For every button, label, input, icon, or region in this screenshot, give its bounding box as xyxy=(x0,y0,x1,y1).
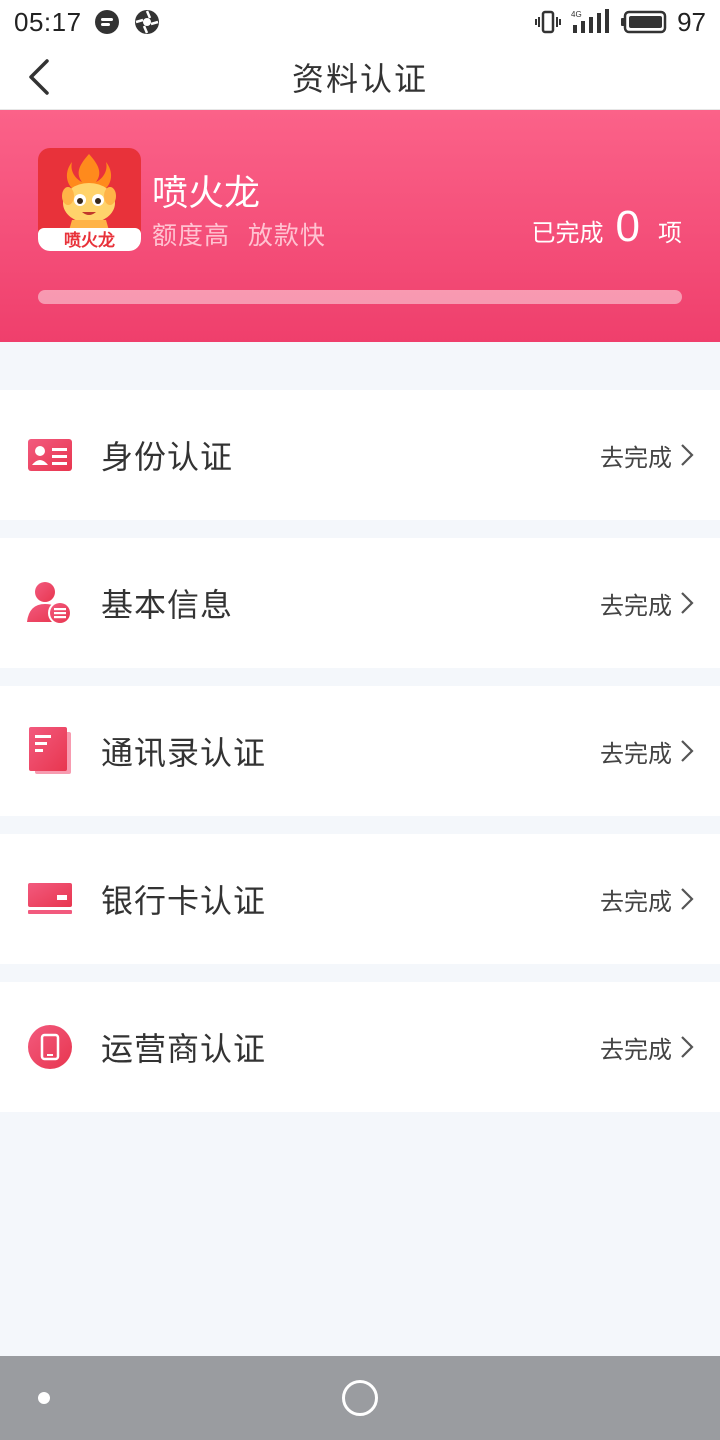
complete-link-text: 去完成 xyxy=(600,443,672,472)
app-logo: 喷火龙 xyxy=(38,148,141,251)
bank-card-icon xyxy=(26,875,74,923)
complete-link-text: 去完成 xyxy=(600,1035,672,1064)
header-banner: 喷火龙 喷火龙 额度高 放款快 已完成 0 项 xyxy=(0,110,720,342)
app-slogan: 额度高 放款快 xyxy=(152,221,326,250)
status-right: 4G 97 xyxy=(535,7,706,38)
chevron-right-icon xyxy=(681,592,694,614)
vibrate-icon xyxy=(535,10,562,34)
completion-summary: 已完成 0 项 xyxy=(532,202,682,252)
battery-icon xyxy=(621,10,667,34)
complete-link[interactable]: 去完成 xyxy=(600,586,694,621)
logo-text: 喷火龙 xyxy=(64,230,115,251)
battery-level: 97 xyxy=(677,6,706,37)
chevron-left-icon xyxy=(29,59,49,95)
progress-bar xyxy=(38,290,682,304)
list-item-id-verification[interactable]: 身份认证 去完成 xyxy=(0,390,720,520)
network-type: 4G xyxy=(571,10,582,19)
home-button[interactable] xyxy=(342,1380,378,1416)
dragon-logo-icon: 喷火龙 xyxy=(38,148,141,251)
completion-count: 0 xyxy=(615,202,640,251)
completion-suffix: 项 xyxy=(658,219,682,247)
list-item-contacts[interactable]: 通讯录认证 去完成 xyxy=(0,686,720,816)
list-item-label: 通讯录认证 xyxy=(101,734,267,772)
chevron-right-icon xyxy=(681,1036,694,1058)
status-notifications xyxy=(94,9,160,35)
chevron-right-icon xyxy=(681,444,694,466)
contacts-book-icon xyxy=(26,727,74,775)
completion-prefix: 已完成 xyxy=(531,219,604,247)
message-notification-icon xyxy=(94,10,119,34)
list-item-label: 运营商认证 xyxy=(101,1030,267,1068)
complete-link[interactable]: 去完成 xyxy=(600,1030,694,1065)
recent-apps-button[interactable] xyxy=(38,1392,50,1404)
status-time: 05:17 xyxy=(14,6,82,37)
chevron-right-icon xyxy=(681,740,694,762)
cert-list: 身份认证 去完成 基本信息 去完成 通讯录认证 去完成 银行卡认证 去完成 运营… xyxy=(0,390,720,1130)
complete-link[interactable]: 去完成 xyxy=(600,882,694,917)
list-item-bank-card[interactable]: 银行卡认证 去完成 xyxy=(0,834,720,964)
status-bar: 05:17 4G 97 xyxy=(0,0,720,44)
id-card-icon xyxy=(26,431,74,479)
complete-link[interactable]: 去完成 xyxy=(600,734,694,769)
signal-icon: 4G xyxy=(571,9,610,33)
app-name: 喷火龙 xyxy=(152,173,261,214)
list-item-label: 银行卡认证 xyxy=(101,882,267,920)
complete-link[interactable]: 去完成 xyxy=(600,438,694,473)
list-item-carrier[interactable]: 运营商认证 去完成 xyxy=(0,982,720,1112)
list-item-basic-info[interactable]: 基本信息 去完成 xyxy=(0,538,720,668)
system-nav-bar xyxy=(0,1356,720,1440)
list-item-label: 身份认证 xyxy=(101,438,234,476)
complete-link-text: 去完成 xyxy=(600,887,672,916)
aperture-notification-icon xyxy=(134,10,159,34)
user-info-icon xyxy=(26,579,74,627)
phone-carrier-icon xyxy=(26,1023,74,1071)
list-item-label: 基本信息 xyxy=(101,586,234,624)
nav-bar: 资料认证 xyxy=(0,44,720,110)
page-title: 资料认证 xyxy=(291,59,428,98)
complete-link-text: 去完成 xyxy=(600,591,672,620)
complete-link-text: 去完成 xyxy=(600,739,672,768)
chevron-right-icon xyxy=(681,888,694,910)
back-button[interactable] xyxy=(18,52,58,102)
